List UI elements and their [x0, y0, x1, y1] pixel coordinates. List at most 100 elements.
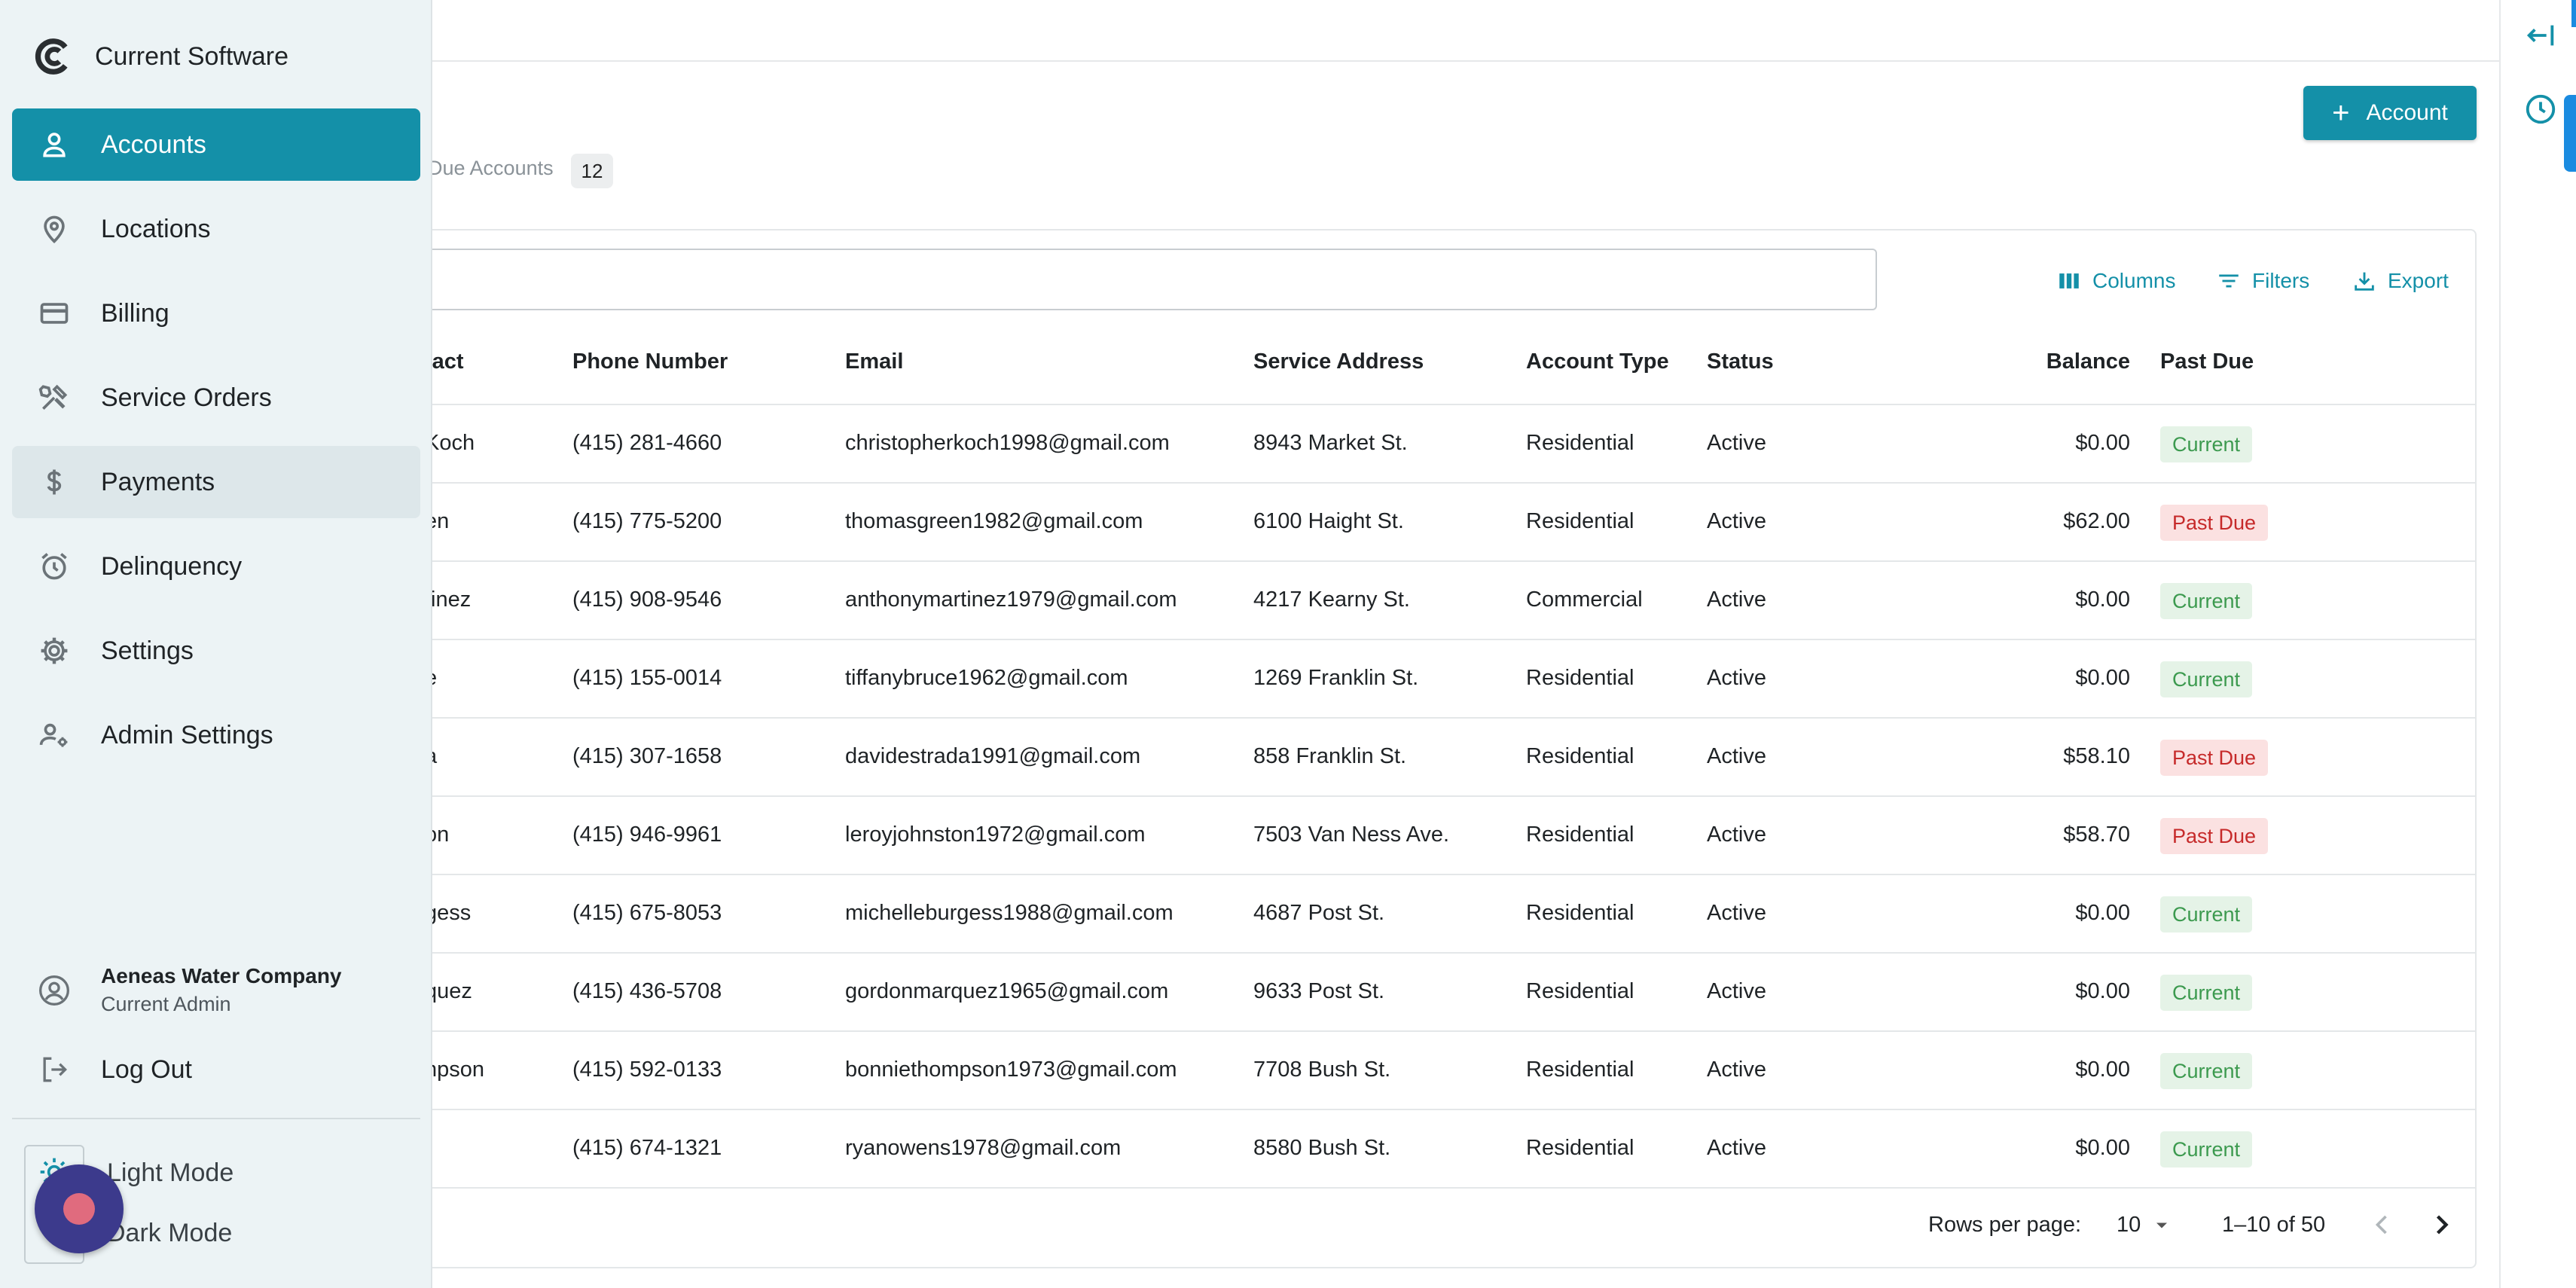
navigation-drawer: Current Software Accounts Locations Billin… — [0, 0, 432, 1288]
logout-label: Log Out — [101, 1055, 192, 1084]
prev-page-icon[interactable] — [2365, 1208, 2398, 1241]
export-button[interactable]: Export — [2352, 267, 2449, 295]
cell-email: davidestrada1991@gmail.com — [845, 744, 1141, 768]
cell-balance: $0.00 — [2075, 901, 2130, 925]
cell-status: Active — [1707, 588, 1766, 612]
add-account-label: Account — [2366, 100, 2448, 125]
dark-mode-option[interactable]: Dark Mode — [107, 1219, 232, 1248]
cell-phone: (415) 775-5200 — [572, 509, 722, 533]
columns-label: Columns — [2092, 269, 2176, 292]
status-badge: Current — [2160, 1131, 2253, 1167]
account-info[interactable]: Aeneas Water Company Current Admin — [38, 964, 342, 1016]
cell-balance: $62.00 — [2063, 509, 2130, 533]
filters-button[interactable]: Filters — [2216, 267, 2309, 295]
col-status[interactable]: Status — [1707, 349, 1774, 374]
cell-balance: $0.00 — [2075, 588, 2130, 612]
status-badge: Current — [2160, 975, 2253, 1011]
col-service-address[interactable]: Service Address — [1253, 349, 1424, 374]
status-badge: Current — [2160, 1053, 2253, 1089]
current-logo-icon — [35, 38, 68, 75]
cell-type: Residential — [1526, 823, 1634, 847]
cell-phone: (415) 908-9546 — [572, 588, 722, 612]
cell-email: ryanowens1978@gmail.com — [845, 1136, 1122, 1160]
cell-type: Residential — [1526, 1136, 1634, 1160]
rows-per-page-label: Rows per page: — [1928, 1213, 2082, 1237]
filters-label: Filters — [2252, 269, 2310, 292]
record-dot-icon — [63, 1193, 95, 1225]
nav-item-service-orders[interactable]: Service Orders — [12, 362, 420, 434]
col-balance[interactable]: Balance — [1979, 349, 2130, 374]
logout-icon — [43, 1057, 68, 1082]
account-circle-icon — [39, 975, 69, 1006]
cell-phone: (415) 307-1658 — [572, 744, 722, 768]
status-badge: Current — [2160, 661, 2253, 697]
columns-button[interactable]: Columns — [2056, 267, 2175, 295]
logout-button[interactable]: Log Out — [38, 1053, 192, 1086]
collapse-arrow-icon[interactable] — [2523, 18, 2558, 53]
brand-name: Current Software — [95, 41, 288, 71]
col-phone[interactable]: Phone Number — [572, 349, 728, 374]
cell-balance: $0.00 — [2075, 666, 2130, 690]
cell-type: Residential — [1526, 1058, 1634, 1082]
plus-icon: + — [2332, 96, 2350, 130]
add-account-button[interactable]: + Account — [2303, 86, 2477, 140]
rail-accent-top — [2571, 0, 2576, 27]
cell-address: 7708 Bush St. — [1253, 1058, 1391, 1082]
nav-item-locations[interactable]: Locations — [12, 193, 420, 265]
status-badge: Current — [2160, 583, 2253, 619]
brand[interactable]: Current Software — [33, 36, 288, 77]
cell-address: 6100 Haight St. — [1253, 509, 1404, 533]
rows-per-page-select[interactable]: 10 — [2117, 1213, 2172, 1238]
cell-type: Residential — [1526, 979, 1634, 1003]
download-icon — [2355, 272, 2374, 291]
status-badge: Current — [2160, 426, 2253, 462]
next-page-icon[interactable] — [2425, 1208, 2458, 1241]
nav-item-settings[interactable]: Settings — [12, 615, 420, 687]
account-role: Current Admin — [101, 993, 231, 1015]
tab-due-accounts[interactable]: Due Accounts — [428, 157, 554, 180]
cell-type: Residential — [1526, 744, 1634, 768]
clock-icon[interactable] — [2523, 92, 2558, 127]
cell-type: Residential — [1526, 431, 1634, 455]
col-past-due[interactable]: Past Due — [2160, 349, 2254, 374]
light-mode-option[interactable]: Light Mode — [107, 1158, 233, 1188]
cell-phone: (415) 281-4660 — [572, 431, 722, 455]
cell-phone: (415) 592-0133 — [572, 1058, 722, 1082]
cell-balance: $58.10 — [2063, 744, 2130, 768]
nav-item-accounts[interactable]: Accounts — [12, 108, 420, 181]
status-badge: Past Due — [2160, 505, 2269, 541]
nav-item-billing[interactable]: Billing — [12, 277, 420, 349]
dollar-icon — [47, 469, 62, 495]
cell-email: christopherkoch1998@gmail.com — [845, 431, 1170, 455]
cell-email: anthonymartinez1979@gmail.com — [845, 588, 1177, 612]
cell-balance: $0.00 — [2075, 979, 2130, 1003]
nav-item-label: Payments — [101, 467, 215, 496]
rail-accent-marker — [2564, 95, 2576, 172]
nav-item-label: Service Orders — [101, 383, 272, 412]
status-badge: Past Due — [2160, 818, 2269, 854]
drawer-divider — [12, 1118, 420, 1119]
assistant-fab[interactable] — [35, 1164, 124, 1253]
col-account-type[interactable]: Account Type — [1526, 349, 1669, 374]
cell-balance: $58.70 — [2063, 823, 2130, 847]
nav-item-label: Admin Settings — [101, 720, 273, 749]
cell-status: Active — [1707, 1058, 1766, 1082]
nav-item-admin-settings[interactable]: Admin Settings — [12, 699, 420, 771]
cell-address: 858 Franklin St. — [1253, 744, 1407, 768]
cell-phone: (415) 436-5708 — [572, 979, 722, 1003]
col-email[interactable]: Email — [845, 349, 903, 374]
status-badge: Past Due — [2160, 740, 2269, 776]
cell-phone: (415) 674-1321 — [572, 1136, 722, 1160]
gear-icon — [41, 637, 68, 664]
nav-item-payments[interactable]: Payments — [12, 446, 420, 518]
cell-type: Commercial — [1526, 588, 1643, 612]
cell-type: Residential — [1526, 509, 1634, 533]
company-name: Aeneas Water Company — [101, 964, 342, 987]
cell-address: 8580 Bush St. — [1253, 1136, 1391, 1160]
cell-balance: $0.00 — [2075, 1058, 2130, 1082]
nav-item-delinquency[interactable]: Delinquency — [12, 530, 420, 603]
status-badge: Current — [2160, 896, 2253, 932]
nav-item-label: Settings — [101, 636, 194, 665]
cell-phone: (415) 155-0014 — [572, 666, 722, 690]
cell-email: leroyjohnston1972@gmail.com — [845, 823, 1146, 847]
